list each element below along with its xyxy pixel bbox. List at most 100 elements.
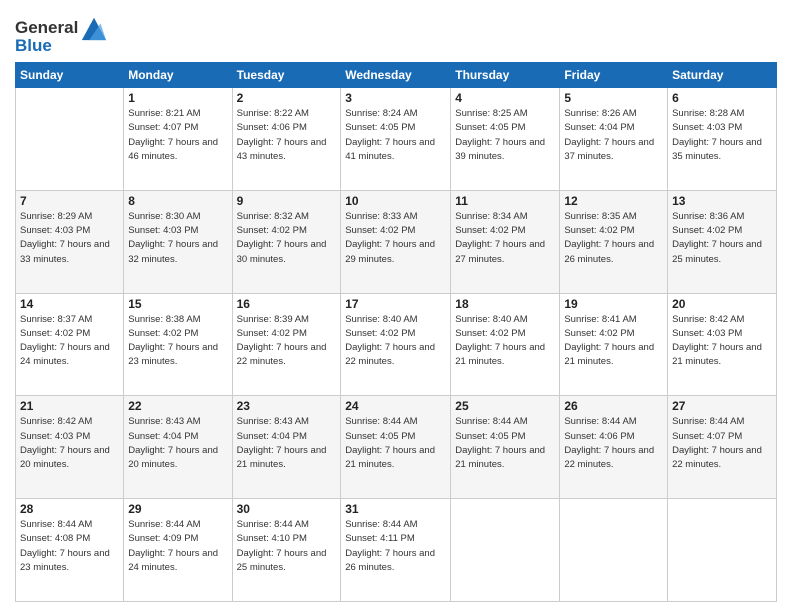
day-info: Sunrise: 8:24 AMSunset: 4:05 PMDaylight:… [345,107,446,164]
day-cell: 12 Sunrise: 8:35 AMSunset: 4:02 PMDayligh… [560,190,668,293]
weekday-header-tuesday: Tuesday [232,63,341,88]
day-info: Sunrise: 8:32 AMSunset: 4:02 PMDaylight:… [237,210,337,267]
day-info: Sunrise: 8:42 AMSunset: 4:03 PMDaylight:… [672,313,772,370]
day-number: 28 [20,502,119,516]
day-info: Sunrise: 8:37 AMSunset: 4:02 PMDaylight:… [20,313,119,370]
day-info: Sunrise: 8:35 AMSunset: 4:02 PMDaylight:… [564,210,663,267]
weekday-header-friday: Friday [560,63,668,88]
day-cell: 31Sunrise: 8:44 AMSunset: 4:11 PMDayligh… [341,499,451,602]
day-number: 21 [20,399,119,413]
logo: General Blue [15,14,108,56]
day-cell: 18Sunrise: 8:40 AMSunset: 4:02 PMDayligh… [451,293,560,396]
day-cell [668,499,777,602]
header: General Blue [15,10,777,56]
day-cell: 20 Sunrise: 8:42 AMSunset: 4:03 PMDayligh… [668,293,777,396]
day-cell: 24 Sunrise: 8:44 AMSunset: 4:05 PMDayligh… [341,396,451,499]
day-cell: 3 Sunrise: 8:24 AMSunset: 4:05 PMDaylight… [341,88,451,191]
day-info: Sunrise: 8:44 AMSunset: 4:09 PMDaylight:… [128,518,227,575]
week-row-1: 1 Sunrise: 8:21 AMSunset: 4:07 PMDaylight… [16,88,777,191]
day-info: Sunrise: 8:44 AMSunset: 4:06 PMDaylight:… [564,415,663,472]
day-info: Sunrise: 8:30 AMSunset: 4:03 PMDaylight:… [128,210,227,267]
day-info: Sunrise: 8:42 AMSunset: 4:03 PMDaylight:… [20,415,119,472]
day-number: 20 [672,297,772,311]
day-number: 11 [455,194,555,208]
weekday-header-row: SundayMondayTuesdayWednesdayThursdayFrid… [16,63,777,88]
day-number: 1 [128,91,227,105]
day-info: Sunrise: 8:44 AMSunset: 4:10 PMDaylight:… [237,518,337,575]
day-number: 26 [564,399,663,413]
day-number: 30 [237,502,337,516]
day-cell: 27 Sunrise: 8:44 AMSunset: 4:07 PMDayligh… [668,396,777,499]
day-info: Sunrise: 8:38 AMSunset: 4:02 PMDaylight:… [128,313,227,370]
day-number: 27 [672,399,772,413]
day-number: 8 [128,194,227,208]
day-number: 2 [237,91,337,105]
week-row-3: 14 Sunrise: 8:37 AMSunset: 4:02 PMDayligh… [16,293,777,396]
day-info: Sunrise: 8:22 AMSunset: 4:06 PMDaylight:… [237,107,337,164]
day-cell: 15 Sunrise: 8:38 AMSunset: 4:02 PMDayligh… [124,293,232,396]
day-info: Sunrise: 8:25 AMSunset: 4:05 PMDaylight:… [455,107,555,164]
day-info: Sunrise: 8:29 AMSunset: 4:03 PMDaylight:… [20,210,119,267]
day-info: Sunrise: 8:39 AMSunset: 4:02 PMDaylight:… [237,313,337,370]
logo-icon [80,14,108,42]
weekday-header-wednesday: Wednesday [341,63,451,88]
day-cell: 2 Sunrise: 8:22 AMSunset: 4:06 PMDaylight… [232,88,341,191]
logo-general-text: General [15,18,78,38]
day-cell: 5 Sunrise: 8:26 AMSunset: 4:04 PMDaylight… [560,88,668,191]
day-cell: 9 Sunrise: 8:32 AMSunset: 4:02 PMDaylight… [232,190,341,293]
day-number: 7 [20,194,119,208]
day-info: Sunrise: 8:28 AMSunset: 4:03 PMDaylight:… [672,107,772,164]
week-row-4: 21 Sunrise: 8:42 AMSunset: 4:03 PMDayligh… [16,396,777,499]
day-number: 10 [345,194,446,208]
day-info: Sunrise: 8:43 AMSunset: 4:04 PMDaylight:… [237,415,337,472]
day-number: 15 [128,297,227,311]
day-number: 23 [237,399,337,413]
day-cell: 8 Sunrise: 8:30 AMSunset: 4:03 PMDaylight… [124,190,232,293]
day-info: Sunrise: 8:26 AMSunset: 4:04 PMDaylight:… [564,107,663,164]
weekday-header-thursday: Thursday [451,63,560,88]
day-cell: 1 Sunrise: 8:21 AMSunset: 4:07 PMDaylight… [124,88,232,191]
day-cell: 6 Sunrise: 8:28 AMSunset: 4:03 PMDaylight… [668,88,777,191]
week-row-5: 28Sunrise: 8:44 AMSunset: 4:08 PMDayligh… [16,499,777,602]
day-number: 31 [345,502,446,516]
day-cell: 26 Sunrise: 8:44 AMSunset: 4:06 PMDayligh… [560,396,668,499]
day-cell: 4Sunrise: 8:25 AMSunset: 4:05 PMDaylight… [451,88,560,191]
day-cell: 10Sunrise: 8:33 AMSunset: 4:02 PMDayligh… [341,190,451,293]
day-info: Sunrise: 8:41 AMSunset: 4:02 PMDaylight:… [564,313,663,370]
day-info: Sunrise: 8:43 AMSunset: 4:04 PMDaylight:… [128,415,227,472]
day-number: 25 [455,399,555,413]
day-info: Sunrise: 8:44 AMSunset: 4:07 PMDaylight:… [672,415,772,472]
day-cell: 11 Sunrise: 8:34 AMSunset: 4:02 PMDayligh… [451,190,560,293]
day-number: 12 [564,194,663,208]
day-cell: 13Sunrise: 8:36 AMSunset: 4:02 PMDayligh… [668,190,777,293]
day-cell: 29Sunrise: 8:44 AMSunset: 4:09 PMDayligh… [124,499,232,602]
day-number: 16 [237,297,337,311]
day-cell: 22 Sunrise: 8:43 AMSunset: 4:04 PMDayligh… [124,396,232,499]
day-cell: 25 Sunrise: 8:44 AMSunset: 4:05 PMDayligh… [451,396,560,499]
day-info: Sunrise: 8:21 AMSunset: 4:07 PMDaylight:… [128,107,227,164]
calendar-table: SundayMondayTuesdayWednesdayThursdayFrid… [15,62,777,602]
day-number: 14 [20,297,119,311]
day-cell: 28Sunrise: 8:44 AMSunset: 4:08 PMDayligh… [16,499,124,602]
day-number: 22 [128,399,227,413]
day-cell: 19 Sunrise: 8:41 AMSunset: 4:02 PMDayligh… [560,293,668,396]
day-info: Sunrise: 8:40 AMSunset: 4:02 PMDaylight:… [345,313,446,370]
day-info: Sunrise: 8:34 AMSunset: 4:02 PMDaylight:… [455,210,555,267]
weekday-header-monday: Monday [124,63,232,88]
day-cell: 23 Sunrise: 8:43 AMSunset: 4:04 PMDayligh… [232,396,341,499]
day-number: 18 [455,297,555,311]
day-info: Sunrise: 8:44 AMSunset: 4:05 PMDaylight:… [455,415,555,472]
day-number: 3 [345,91,446,105]
day-number: 5 [564,91,663,105]
day-cell: 7 Sunrise: 8:29 AMSunset: 4:03 PMDaylight… [16,190,124,293]
day-number: 9 [237,194,337,208]
weekday-header-sunday: Sunday [16,63,124,88]
day-number: 6 [672,91,772,105]
day-cell: 17 Sunrise: 8:40 AMSunset: 4:02 PMDayligh… [341,293,451,396]
day-cell: 16 Sunrise: 8:39 AMSunset: 4:02 PMDayligh… [232,293,341,396]
day-number: 17 [345,297,446,311]
day-cell: 30 Sunrise: 8:44 AMSunset: 4:10 PMDayligh… [232,499,341,602]
day-number: 19 [564,297,663,311]
day-number: 24 [345,399,446,413]
day-info: Sunrise: 8:44 AMSunset: 4:05 PMDaylight:… [345,415,446,472]
